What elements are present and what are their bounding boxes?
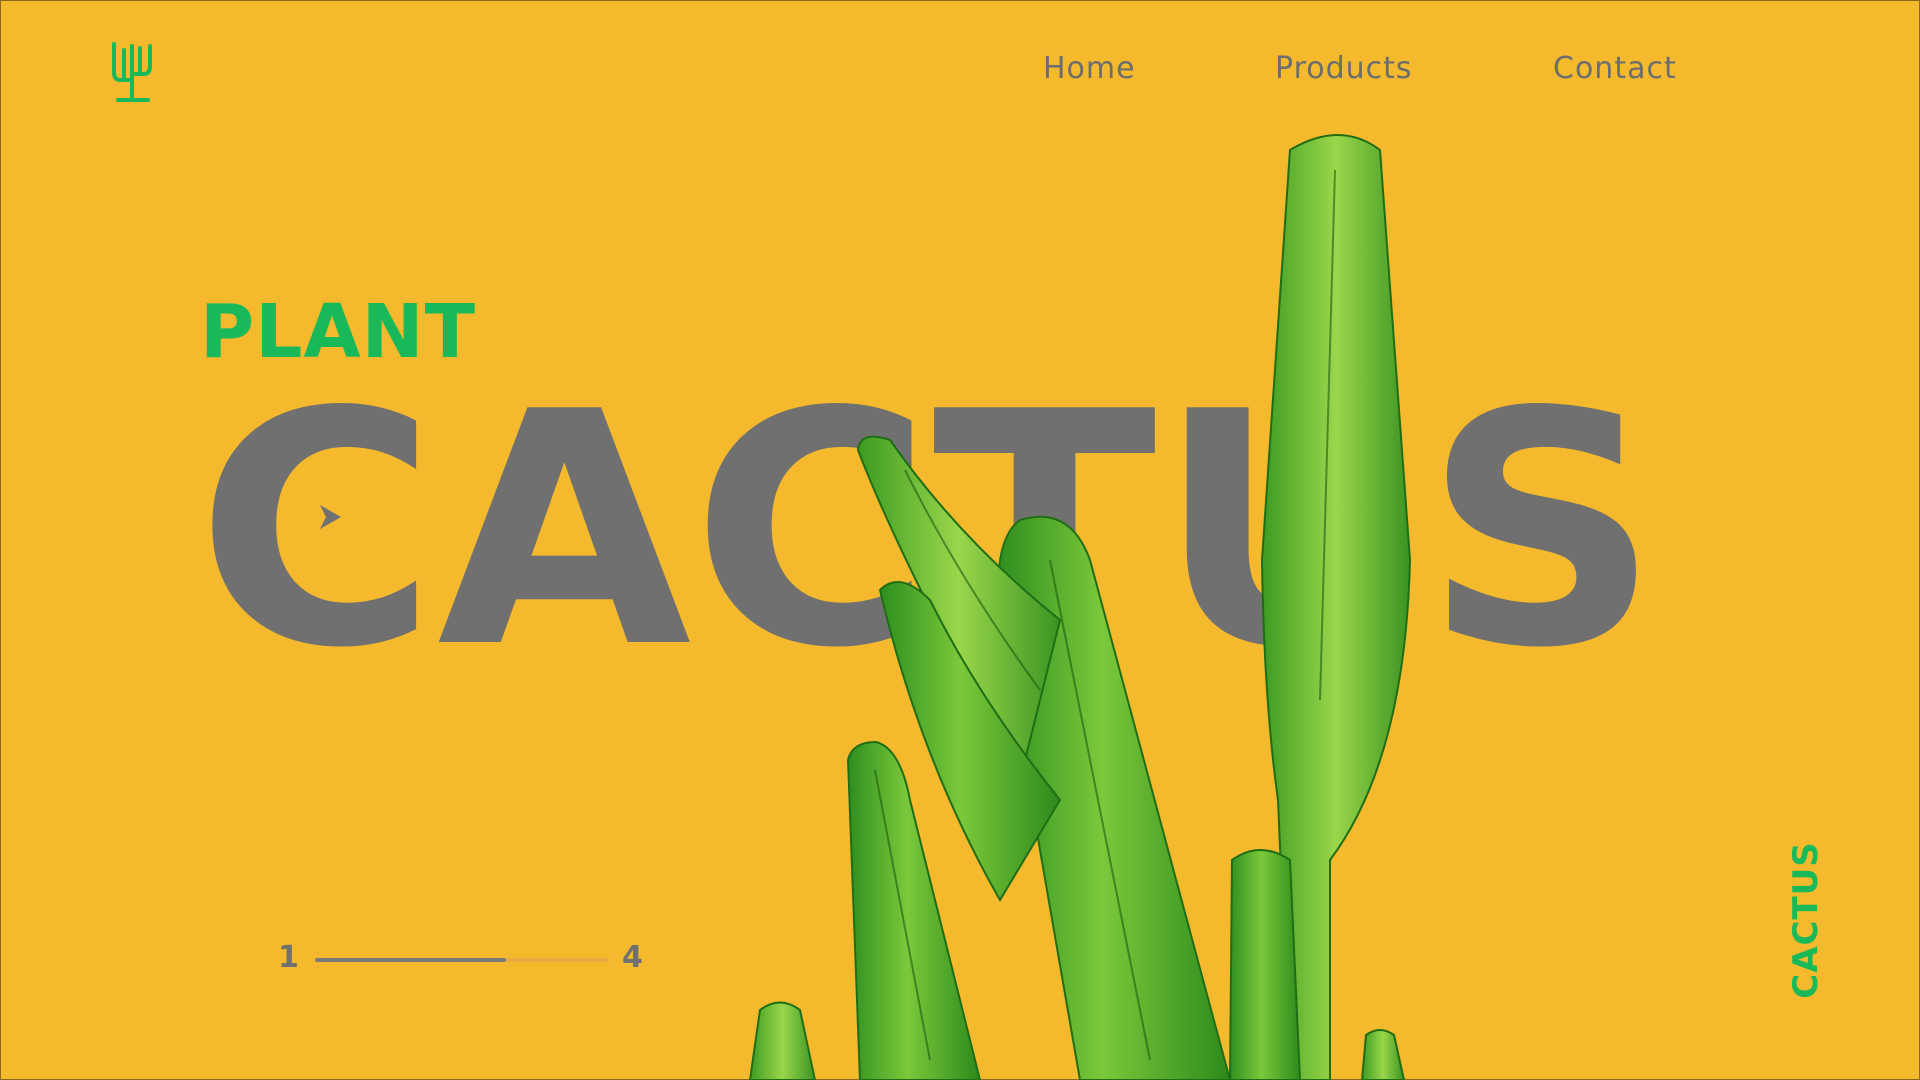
pager-progress-track[interactable] [315, 958, 609, 962]
hero-kicker: PLANT [200, 289, 477, 375]
play-button[interactable] [293, 481, 365, 553]
hero-title-text: CACTUS [196, 376, 1660, 656]
nav-products-link[interactable]: Products [1275, 46, 1413, 92]
pager-current: 1 [278, 940, 299, 975]
side-label: CACTUS [1786, 841, 1826, 999]
pager-progress-fill [315, 958, 507, 962]
main-nav: Home Products Contact [0, 46, 1920, 94]
play-icon [320, 505, 341, 529]
nav-home-link[interactable]: Home [1043, 46, 1136, 92]
pager-total: 4 [622, 940, 643, 975]
nav-contact-link[interactable]: Contact [1553, 46, 1677, 92]
slide-pager: 1 4 [278, 940, 658, 980]
hero-title: CACTUS [196, 376, 1660, 656]
